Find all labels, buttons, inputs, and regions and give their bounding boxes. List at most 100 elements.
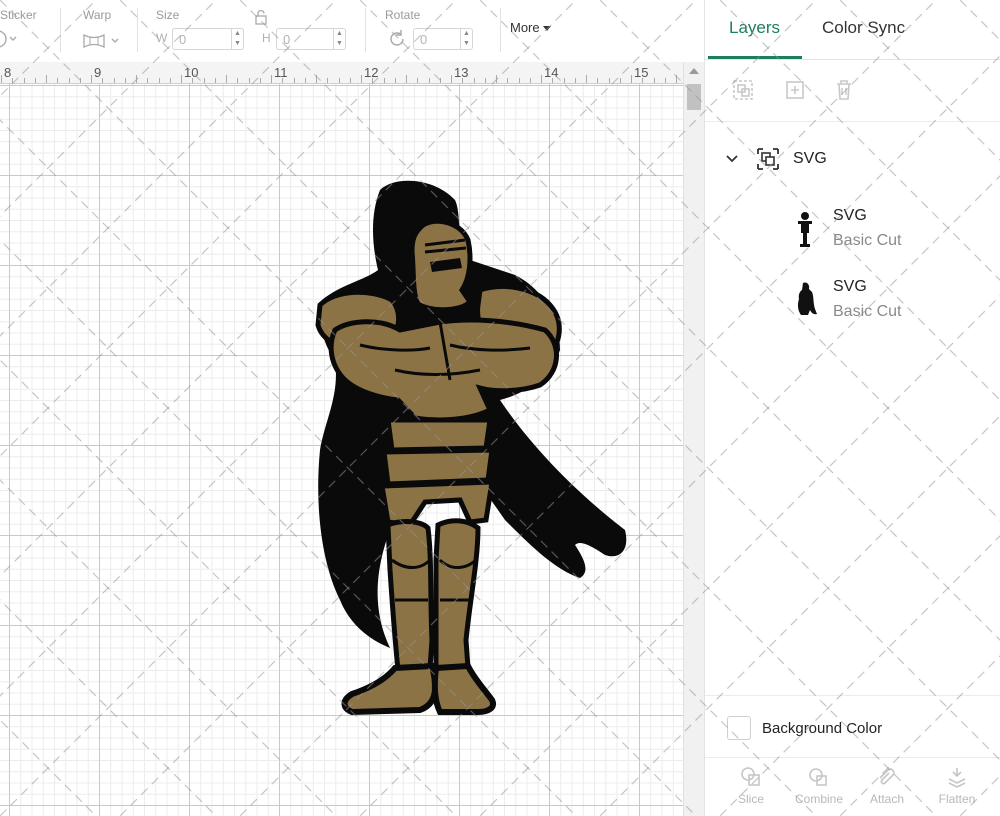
ruler-tick: [12, 78, 14, 83]
ruler-tick: [541, 75, 542, 83]
ruler-tick: [428, 78, 430, 83]
rotate-field[interactable]: 0 ▲ ▼: [413, 28, 473, 50]
layer-group-row[interactable]: SVG: [705, 140, 1000, 180]
ruler-tick: [158, 78, 160, 83]
ruler-tick: [23, 78, 25, 83]
lock-icon[interactable]: [254, 10, 268, 26]
ruler-tick: [237, 78, 239, 83]
edit-toolbar: Sticker Warp Size W 0 ▲ ▼ H 0 ▲ ▼ Rotate…: [0, 0, 704, 62]
ruler-tick: [462, 78, 464, 83]
toolbar-divider: [60, 8, 61, 52]
ruler-tick: [113, 78, 115, 83]
height-stepper-icon[interactable]: ▲ ▼: [333, 29, 345, 49]
scroll-thumb[interactable]: [687, 84, 701, 110]
duplicate-icon[interactable]: [783, 78, 807, 102]
delete-icon[interactable]: [832, 78, 856, 102]
ruler-tick: [619, 78, 621, 83]
ruler-tick: [338, 78, 340, 83]
horizontal-ruler: 8 9 10 11 12 13 14 15: [0, 62, 683, 84]
ruler-tick: [316, 75, 317, 83]
ruler-tick: [507, 78, 509, 83]
ruler-tick: [192, 78, 194, 83]
tab-layers[interactable]: Layers: [729, 18, 780, 38]
ruler-tick: [214, 78, 216, 83]
ruler-tick: [631, 75, 632, 83]
warp-label: Warp: [83, 8, 112, 22]
ruler-tick: [484, 78, 486, 83]
layer-item-operation: Basic Cut: [833, 232, 902, 249]
ruler-tick: [518, 78, 520, 83]
tab-color-sync[interactable]: Color Sync: [822, 18, 905, 38]
combine-button[interactable]: Combine: [789, 766, 849, 814]
design-canvas[interactable]: [0, 84, 683, 816]
height-letter: H: [262, 31, 271, 45]
knight-mascot-artwork[interactable]: [0, 84, 683, 816]
flatten-icon: [948, 768, 966, 788]
layers-panel: Layers Color Sync SVG SVG Basic Cut SVG …: [704, 0, 1000, 816]
knight-left-boot: [341, 662, 439, 716]
ruler-tick: [349, 78, 351, 83]
width-stepper-icon[interactable]: ▲ ▼: [231, 29, 243, 49]
ruler-tick: [226, 75, 227, 83]
ruler-label: 12: [364, 65, 379, 80]
sticker-icon[interactable]: [0, 30, 22, 48]
ruler-tick: [586, 75, 587, 83]
knight-right-boot: [431, 662, 496, 715]
chevron-down-icon[interactable]: [725, 152, 739, 166]
ruler-tick: [57, 78, 59, 83]
ruler-tick: [203, 78, 205, 83]
slice-button[interactable]: Slice: [721, 766, 781, 814]
canvas-scrollbar[interactable]: [683, 62, 704, 816]
layer-item-row[interactable]: SVG Basic Cut: [705, 205, 1000, 261]
knight-figure-thumbnail: [798, 212, 812, 247]
flatten-button[interactable]: Flatten: [927, 766, 987, 814]
size-group: Size W 0 ▲ ▼ H 0 ▲ ▼: [150, 0, 360, 62]
width-letter: W: [156, 31, 168, 45]
attach-button[interactable]: Attach: [857, 766, 917, 814]
ruler-label: 14: [544, 65, 559, 80]
rotate-icon[interactable]: [386, 28, 408, 50]
background-color-checkbox[interactable]: [727, 716, 751, 740]
ruler-tick: [653, 78, 655, 83]
group-icon[interactable]: [731, 78, 755, 102]
scroll-up-arrow-icon[interactable]: [689, 68, 699, 74]
rotate-label: Rotate: [385, 8, 421, 22]
ruler-tick: [34, 78, 36, 83]
more-button[interactable]: More: [510, 20, 570, 42]
ruler-tick: [608, 78, 610, 83]
sticker-group: Sticker: [0, 0, 60, 62]
ruler-tick: [642, 78, 644, 83]
attach-label: Attach: [869, 792, 905, 806]
ruler-tick: [293, 78, 295, 83]
ruler-tick: [282, 78, 284, 83]
rotate-value: 0: [420, 32, 428, 47]
paperclip-icon: [879, 768, 895, 785]
active-tab-indicator: [708, 56, 802, 59]
ruler-tick: [676, 75, 677, 83]
ruler-tick: [68, 78, 70, 83]
ruler-tick: [473, 78, 475, 83]
caret-down-icon: [542, 26, 551, 32]
height-field[interactable]: 0 ▲ ▼: [276, 28, 346, 50]
ruler-tick: [383, 78, 385, 83]
combine-label: Combine: [794, 792, 844, 806]
ruler-tick: [79, 78, 81, 83]
ruler-tick: [327, 78, 329, 83]
ruler-tick: [451, 75, 452, 83]
rotate-stepper-icon[interactable]: ▲ ▼: [460, 29, 472, 49]
height-value: 0: [283, 32, 291, 47]
ruler-tick: [417, 78, 419, 83]
ruler-tick: [248, 78, 250, 83]
width-field[interactable]: 0 ▲ ▼: [172, 28, 244, 50]
layer-item-row[interactable]: SVG Basic Cut: [705, 276, 1000, 332]
warp-icon[interactable]: [82, 32, 124, 50]
ruler-tick: [563, 78, 565, 83]
ruler-tick: [102, 78, 104, 83]
layer-item-name: SVG: [833, 207, 867, 224]
ruler-tick: [664, 78, 666, 83]
bottom-tools-bar: Slice Combine Attach Flatten: [705, 757, 1000, 816]
toolbar-divider: [500, 8, 501, 52]
group-layer-icon: [757, 148, 779, 170]
background-color-label: Background Color: [762, 720, 883, 737]
slice-label: Slice: [737, 792, 764, 806]
